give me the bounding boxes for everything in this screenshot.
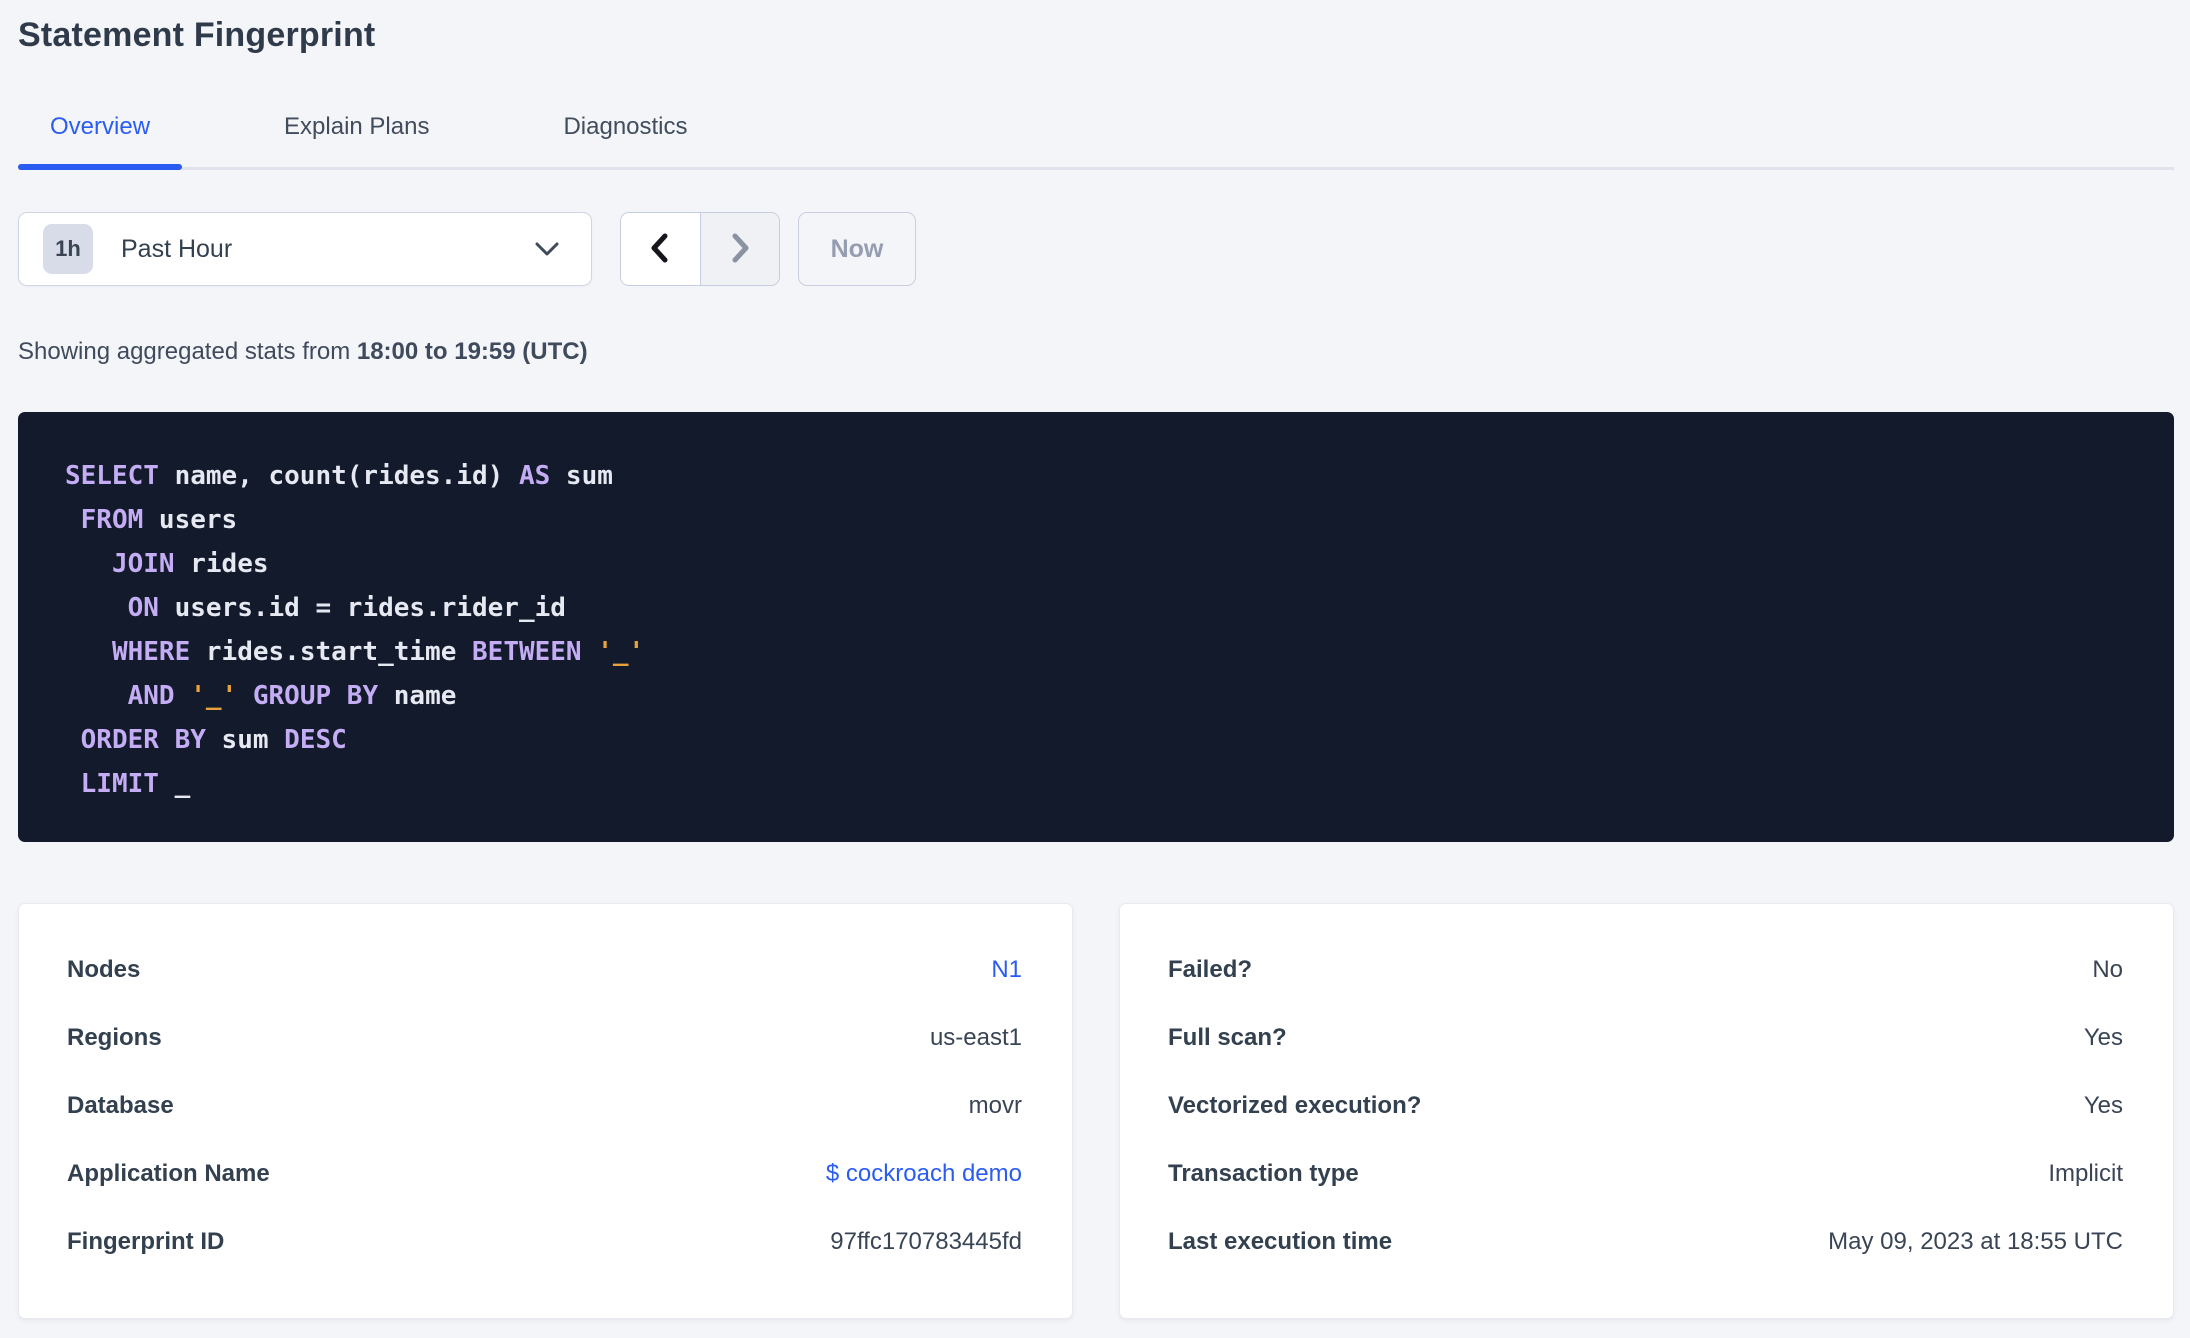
sql-line: ON users.id = rides.rider_id <box>65 586 2134 630</box>
row-value: movr <box>968 1092 1022 1119</box>
sql-token: rides <box>174 549 269 579</box>
chevron-down-icon <box>533 240 561 258</box>
sql-token: JOIN <box>111 549 175 579</box>
sql-line: SELECT name, count(rides.id) AS sum <box>65 454 2134 498</box>
sql-token: sum <box>550 461 613 491</box>
aggregated-stats-subtitle: Showing aggregated stats from 18:00 to 1… <box>18 338 2174 366</box>
sql-token: name <box>378 681 457 711</box>
time-range-label: Past Hour <box>121 234 233 263</box>
summary-cards: Nodes N1 Regions us-east1 Database movr Applic… <box>18 903 2174 1319</box>
sql-token: users.id = rides.rider_id <box>158 593 566 623</box>
card-row: Transaction type Implicit <box>1168 1160 2123 1188</box>
sql-token: rides.start_time <box>190 637 473 667</box>
sql-token: name, count(rides.id) <box>158 461 519 491</box>
row-label: Regions <box>67 1024 162 1051</box>
row-label: Fingerprint ID <box>67 1228 225 1255</box>
sql-statement-box: SELECT name, count(rides.id) AS sum FROM… <box>18 412 2174 842</box>
tab-bar: Overview Explain Plans Diagnostics <box>18 113 2174 170</box>
time-nav-group <box>620 212 780 286</box>
page-title: Statement Fingerprint <box>18 16 376 54</box>
card-row: Failed? No <box>1168 956 2123 984</box>
tab-diagnostics[interactable]: Diagnostics <box>531 113 719 167</box>
row-label: Failed? <box>1168 956 1253 983</box>
card-row: Regions us-east1 <box>67 1024 1022 1052</box>
card-row: Nodes N1 <box>67 956 1022 984</box>
sql-token: '_' <box>597 637 645 667</box>
tab-explain-plans-label: Explain Plans <box>284 113 430 140</box>
sql-token: DESC <box>284 725 347 755</box>
row-value: Implicit <box>2048 1160 2123 1187</box>
row-label: Last execution time <box>1168 1228 1393 1255</box>
sql-code: SELECT name, count(rides.id) AS sum FROM… <box>65 454 2134 806</box>
next-time-button[interactable] <box>700 213 779 285</box>
sql-line: AND '_' GROUP BY name <box>65 674 2134 718</box>
statement-fingerprint-page: Statement Fingerprint Overview Explain P… <box>0 16 2190 1319</box>
chevron-right-icon <box>725 230 755 269</box>
card-row: Database movr <box>67 1092 1022 1120</box>
row-value: No <box>2092 956 2123 983</box>
tab-overview-label: Overview <box>50 113 151 140</box>
card-left: Nodes N1 Regions us-east1 Database movr Applic… <box>18 903 1073 1319</box>
row-label: Database <box>67 1092 174 1119</box>
sql-token: WHERE <box>111 637 191 667</box>
row-label: Application Name <box>67 1160 270 1187</box>
row-value: us-east1 <box>929 1024 1022 1051</box>
chevron-left-icon <box>645 230 675 269</box>
sql-line: ORDER BY sum DESC <box>65 718 2134 762</box>
card-row: Application Name $ cockroach demo <box>67 1160 1022 1188</box>
previous-time-button[interactable] <box>621 213 701 285</box>
card-row: Vectorized execution? Yes <box>1168 1092 2123 1120</box>
row-label: Vectorized execution? <box>1168 1092 1422 1119</box>
row-label: Transaction type <box>1168 1160 1359 1187</box>
sql-line: WHERE rides.start_time BETWEEN '_' <box>65 630 2134 674</box>
sql-token: sum <box>205 725 285 755</box>
sql-token: users <box>143 505 238 535</box>
row-value-link[interactable]: $ cockroach demo <box>826 1160 1022 1188</box>
sql-token: LIMIT <box>80 769 159 799</box>
sql-token: BETWEEN <box>472 637 582 667</box>
tab-overview[interactable]: Overview <box>18 113 183 170</box>
sql-token: SELECT <box>65 461 159 491</box>
subtitle-prefix: Showing aggregated stats from <box>18 338 357 365</box>
row-value: May 09, 2023 at 18:55 UTC <box>1828 1228 2123 1255</box>
subtitle-time-range: 18:00 to 19:59 (UTC) <box>356 338 588 365</box>
sql-token: ORDER BY <box>80 725 206 755</box>
row-value: Yes <box>2083 1024 2123 1051</box>
sql-line: JOIN rides <box>65 542 2134 586</box>
tab-diagnostics-label: Diagnostics <box>563 113 688 140</box>
row-value-link[interactable]: N1 <box>991 956 1022 984</box>
card-row: Last execution time May 09, 2023 at 18:55… <box>1168 1228 2123 1256</box>
row-value: Yes <box>2083 1092 2123 1119</box>
sql-token: AS <box>518 461 551 491</box>
row-label: Nodes <box>67 956 141 983</box>
now-button[interactable]: Now <box>798 212 916 286</box>
sql-token: GROUP BY <box>252 681 379 711</box>
tab-explain-plans[interactable]: Explain Plans <box>252 113 461 167</box>
sql-token: AND <box>127 681 175 711</box>
card-right: Failed? No Full scan? Yes Vectorized executi… <box>1119 903 2174 1319</box>
sql-token: ON <box>127 593 159 623</box>
time-range-badge: 1h <box>43 224 93 274</box>
card-row: Fingerprint ID 97ffc170783445fd <box>67 1228 1022 1256</box>
sql-token: FROM <box>80 505 144 535</box>
row-value: 97ffc170783445fd <box>830 1228 1022 1255</box>
sql-token: _ <box>158 769 191 799</box>
time-range-dropdown[interactable]: 1h Past Hour <box>18 212 592 286</box>
sql-line: LIMIT _ <box>65 762 2134 806</box>
sql-line: FROM users <box>65 498 2134 542</box>
sql-token: '_' <box>190 681 238 711</box>
time-picker-row: 1h Past Hour Now <box>18 212 2174 286</box>
card-row: Full scan? Yes <box>1168 1024 2123 1052</box>
row-label: Full scan? <box>1168 1024 1287 1051</box>
